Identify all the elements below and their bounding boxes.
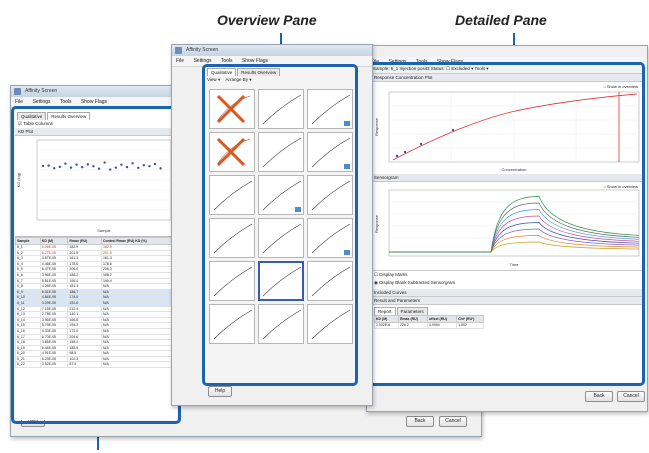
left-cancel-button[interactable]: Cancel — [439, 416, 467, 427]
back-button[interactable]: Back — [585, 391, 613, 402]
menu-show-flags[interactable]: Show Flags — [81, 99, 107, 105]
detailed-pane-caption: Detailed Pane — [455, 12, 547, 28]
detailed-pane-highlight — [368, 62, 645, 386]
middle-window-titlebar[interactable]: Affinity Screen — [172, 45, 372, 56]
mid-menu-file[interactable]: File — [176, 58, 184, 64]
left-pane-highlight — [11, 106, 181, 424]
left-back-button[interactable]: Back — [406, 416, 434, 427]
app-icon — [175, 47, 182, 54]
overview-pane-highlight — [202, 64, 358, 386]
menu-settings[interactable]: Settings — [32, 99, 50, 105]
left-window-title: Affinity Screen — [25, 88, 58, 94]
menu-tools[interactable]: Tools — [60, 99, 72, 105]
app-icon — [14, 88, 21, 95]
menu-file[interactable]: File — [15, 99, 23, 105]
overview-pane-caption: Overview Pane — [217, 12, 317, 28]
middle-help-button[interactable]: Help — [208, 386, 232, 397]
middle-window-title: Affinity Screen — [186, 47, 219, 53]
cancel-button[interactable]: Cancel — [617, 391, 645, 402]
